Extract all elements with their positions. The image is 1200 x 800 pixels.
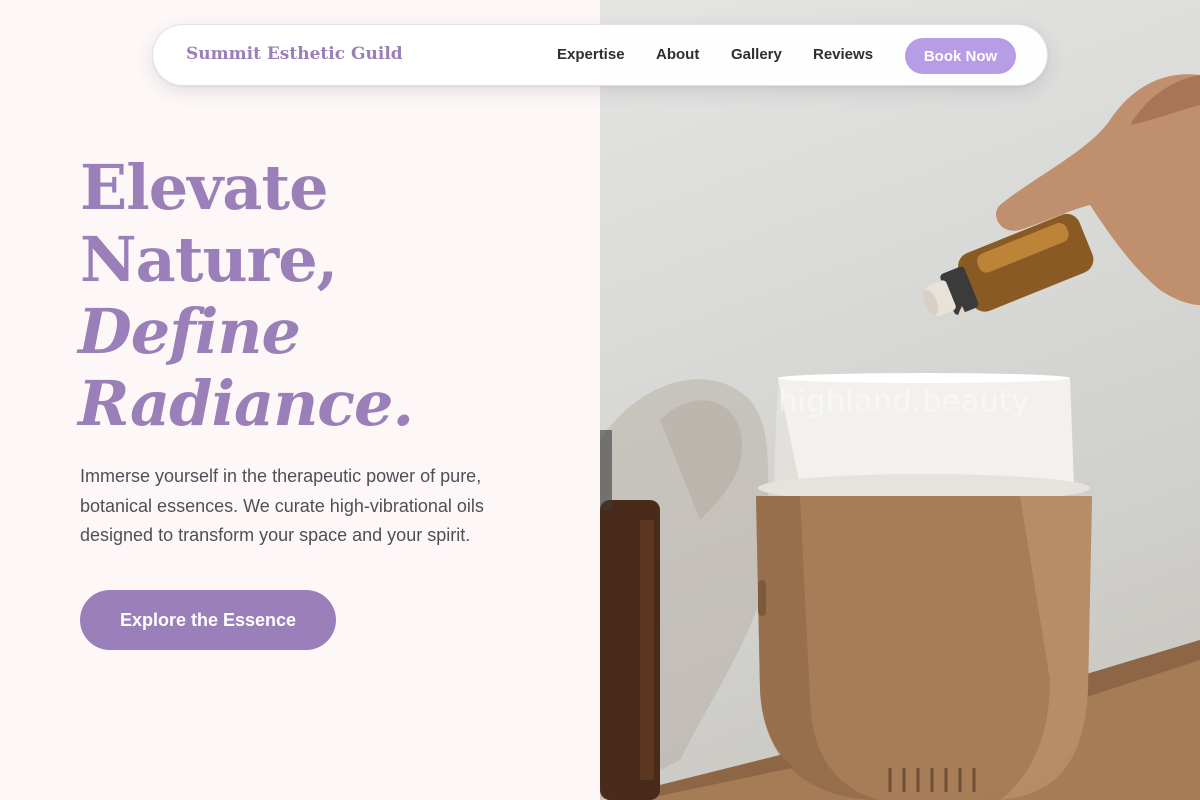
book-now-button[interactable]: Book Now — [905, 38, 1016, 74]
nav-link-gallery[interactable]: Gallery — [731, 46, 782, 63]
top-navbar: Summit Esthetic Guild Expertise About Ga… — [152, 24, 1048, 86]
nav-link-reviews[interactable]: Reviews — [813, 46, 873, 63]
hero-line-1: Elevate — [80, 151, 329, 224]
explore-essence-button[interactable]: Explore the Essence — [80, 590, 336, 650]
watermark-text: highland.beauty — [778, 384, 1030, 419]
hero-line-3: Define — [78, 295, 301, 368]
brand-logo[interactable]: Summit Esthetic Guild — [186, 44, 403, 64]
hero-line-4: Radiance. — [78, 367, 414, 440]
nav-link-expertise[interactable]: Expertise — [557, 46, 625, 63]
nav-link-about[interactable]: About — [656, 46, 699, 63]
hero-line-2: Nature, — [80, 223, 338, 296]
hero-subtitle: Immerse yourself in the therapeutic powe… — [80, 466, 484, 545]
